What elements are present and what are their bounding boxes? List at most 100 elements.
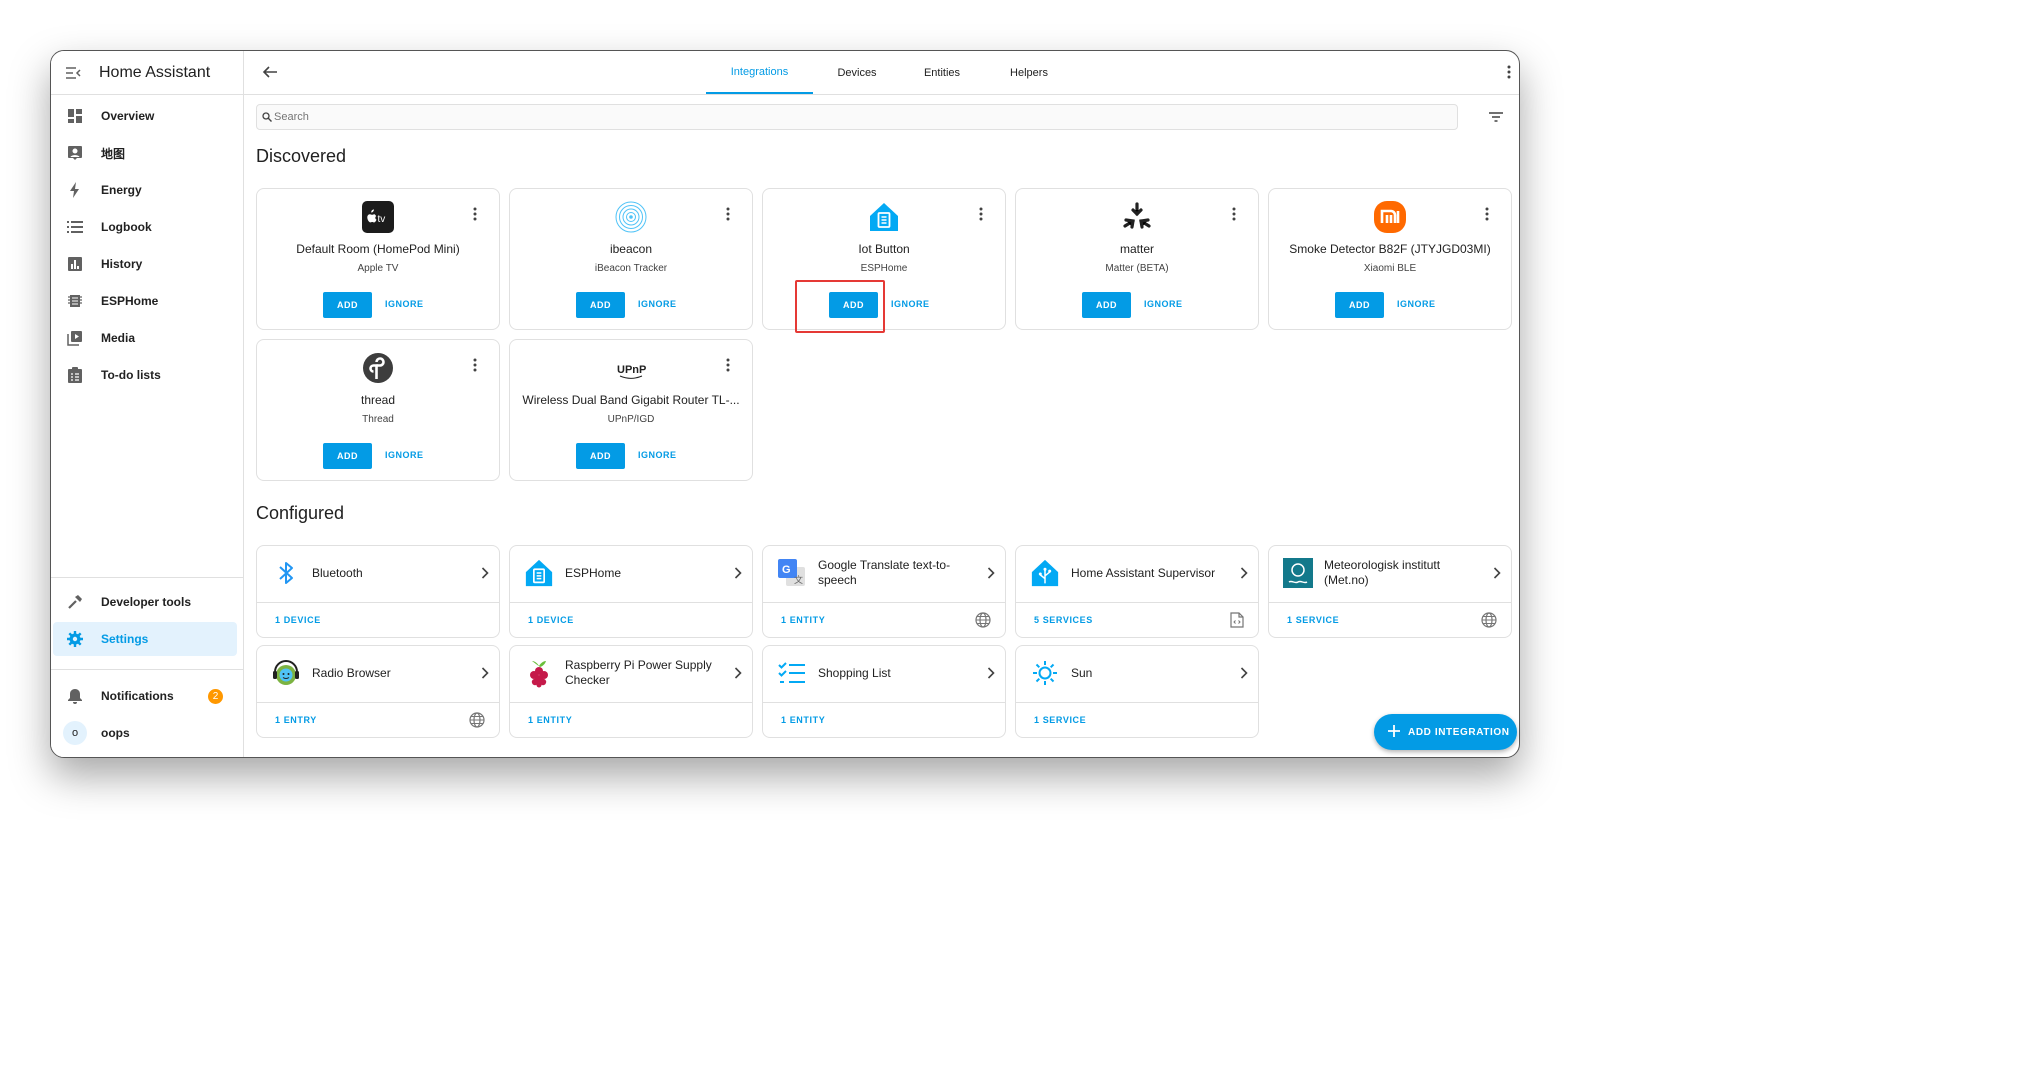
configured-card[interactable]: Bluetooth 1 DEVICE — [256, 545, 500, 638]
configured-card[interactable]: ESPHome 1 DEVICE — [509, 545, 753, 638]
configured-card[interactable]: Raspberry Pi Power Supply Checker 1 ENTI… — [509, 645, 753, 738]
sidebar-item-logbook[interactable]: Logbook — [51, 210, 243, 244]
ignore-button[interactable]: IGNORE — [1144, 299, 1183, 309]
card-divider — [1269, 602, 1511, 603]
add-button[interactable]: ADD — [323, 443, 372, 469]
discovered-card: ibeacon iBeacon Tracker ADD IGNORE — [509, 188, 753, 330]
tab-devices[interactable]: Devices — [822, 51, 892, 94]
sidebar-item-esphome[interactable]: ESPHome — [51, 284, 243, 318]
add-button[interactable]: ADD — [323, 292, 372, 318]
card-footer-link[interactable]: 1 SERVICE — [1287, 615, 1339, 625]
chevron-right-icon[interactable] — [481, 666, 489, 684]
add-integration-button[interactable]: ADD INTEGRATION — [1374, 714, 1517, 750]
web-icon[interactable] — [975, 612, 991, 633]
sidebar-item-energy[interactable]: Energy — [51, 173, 243, 207]
card-footer-link[interactable]: 1 ENTITY — [781, 715, 825, 725]
configured-card[interactable]: Shopping List 1 ENTITY — [762, 645, 1006, 738]
discovered-card: UPnP Wireless Dual Band Gigabit Router T… — [509, 339, 753, 481]
more-vertical-icon[interactable] — [473, 207, 477, 226]
section-title-configured: Configured — [256, 503, 345, 523]
sidebar-item-settings[interactable]: Settings — [53, 622, 237, 656]
sidebar-item-developer-tools[interactable]: Developer tools — [51, 585, 243, 619]
search-input[interactable] — [274, 111, 1374, 123]
menu-collapse-icon[interactable] — [51, 66, 95, 80]
more-vertical-icon[interactable] — [1232, 207, 1236, 226]
chevron-right-icon[interactable] — [987, 666, 995, 684]
ignore-button[interactable]: IGNORE — [385, 299, 424, 309]
configured-card[interactable]: Sun 1 SERVICE — [1015, 645, 1259, 738]
sidebar-item-map[interactable]: 地图 — [51, 136, 243, 170]
card-title: ESPHome — [565, 565, 622, 580]
filter-icon[interactable] — [1489, 109, 1503, 127]
sidebar-item-notifications[interactable]: Notifications 2 — [51, 679, 243, 713]
more-vertical-icon[interactable] — [979, 207, 983, 226]
notification-badge: 2 — [208, 689, 223, 704]
ignore-button[interactable]: IGNORE — [638, 299, 677, 309]
sidebar-item-label: oops — [101, 726, 130, 740]
card-footer-link[interactable]: 1 SERVICE — [1034, 715, 1086, 725]
tab-helpers[interactable]: Helpers — [994, 51, 1064, 94]
raspberry-pi-icon — [524, 658, 554, 688]
ignore-button[interactable]: IGNORE — [638, 450, 677, 460]
back-arrow-icon[interactable] — [262, 64, 278, 85]
card-divider — [1016, 702, 1258, 703]
chevron-right-icon[interactable] — [987, 566, 995, 584]
configured-card[interactable]: Home Assistant Supervisor 5 SERVICES — [1015, 545, 1259, 638]
ignore-button[interactable]: IGNORE — [1397, 299, 1436, 309]
tab-integrations[interactable]: Integrations — [706, 51, 813, 94]
more-vertical-icon[interactable] — [473, 358, 477, 377]
user-avatar: o — [59, 721, 91, 745]
card-divider — [510, 702, 752, 703]
lightning-icon — [59, 182, 91, 198]
ignore-button[interactable]: IGNORE — [891, 299, 930, 309]
add-button[interactable]: ADD — [1082, 292, 1131, 318]
card-title: Google Translate text-to-speech — [818, 558, 951, 587]
chevron-right-icon[interactable] — [1240, 566, 1248, 584]
discovered-card: tv Default Room (HomePod Mini) Apple TV … — [256, 188, 500, 330]
configured-card[interactable]: G文 Google Translate text-to-speech 1 ENT… — [762, 545, 1006, 638]
app-window: Home Assistant Overview 地图 Energy Logboo… — [50, 50, 1520, 758]
more-vertical-icon[interactable] — [726, 358, 730, 377]
sidebar-item-label: To-do lists — [101, 368, 161, 382]
card-subtitle: UPnP/IGD — [607, 414, 655, 425]
chevron-right-icon[interactable] — [1240, 666, 1248, 684]
card-footer-link[interactable]: 1 ENTRY — [275, 715, 317, 725]
search-box[interactable] — [256, 104, 1458, 130]
app-title: Home Assistant — [99, 63, 211, 81]
chip-icon — [59, 293, 91, 309]
configured-card[interactable]: Meteorologisk institutt (Met.no) 1 SERVI… — [1268, 545, 1512, 638]
more-vertical-icon[interactable] — [1485, 207, 1489, 226]
tab-entities[interactable]: Entities — [907, 51, 977, 94]
card-footer-link[interactable]: 1 DEVICE — [275, 615, 321, 625]
add-button[interactable]: ADD — [576, 292, 625, 318]
add-button[interactable]: ADD — [1335, 292, 1384, 318]
ignore-button[interactable]: IGNORE — [385, 450, 424, 460]
sidebar-item-media[interactable]: Media — [51, 321, 243, 355]
add-button[interactable]: ADD — [576, 443, 625, 469]
card-footer-link[interactable]: 1 ENTITY — [528, 715, 572, 725]
card-footer-link[interactable]: 1 ENTITY — [781, 615, 825, 625]
sidebar-item-history[interactable]: History — [51, 247, 243, 281]
more-vertical-icon[interactable] — [726, 207, 730, 226]
web-icon[interactable] — [469, 712, 485, 733]
card-footer-link[interactable]: 5 SERVICES — [1034, 615, 1093, 625]
list-icon — [59, 220, 91, 234]
configured-card[interactable]: Radio Browser 1 ENTRY — [256, 645, 500, 738]
card-footer-link[interactable]: 1 DEVICE — [528, 615, 574, 625]
sidebar-item-todo[interactable]: To-do lists — [51, 358, 243, 392]
file-code-icon[interactable] — [1230, 612, 1244, 633]
sidebar-item-overview[interactable]: Overview — [51, 99, 243, 133]
chevron-right-icon[interactable] — [1493, 566, 1501, 584]
hammer-icon — [59, 594, 91, 610]
card-subtitle: Matter (BETA) — [1105, 263, 1169, 274]
sidebar-item-user[interactable]: o oops — [51, 716, 243, 750]
card-divider — [1016, 602, 1258, 603]
met-no-icon — [1283, 558, 1313, 588]
card-title: Home Assistant Supervisor — [1071, 565, 1216, 580]
chevron-right-icon[interactable] — [734, 566, 742, 584]
more-vertical-icon[interactable] — [1507, 65, 1511, 84]
sidebar-item-label: History — [101, 257, 143, 271]
web-icon[interactable] — [1481, 612, 1497, 633]
chevron-right-icon[interactable] — [481, 566, 489, 584]
chevron-right-icon[interactable] — [734, 666, 742, 684]
